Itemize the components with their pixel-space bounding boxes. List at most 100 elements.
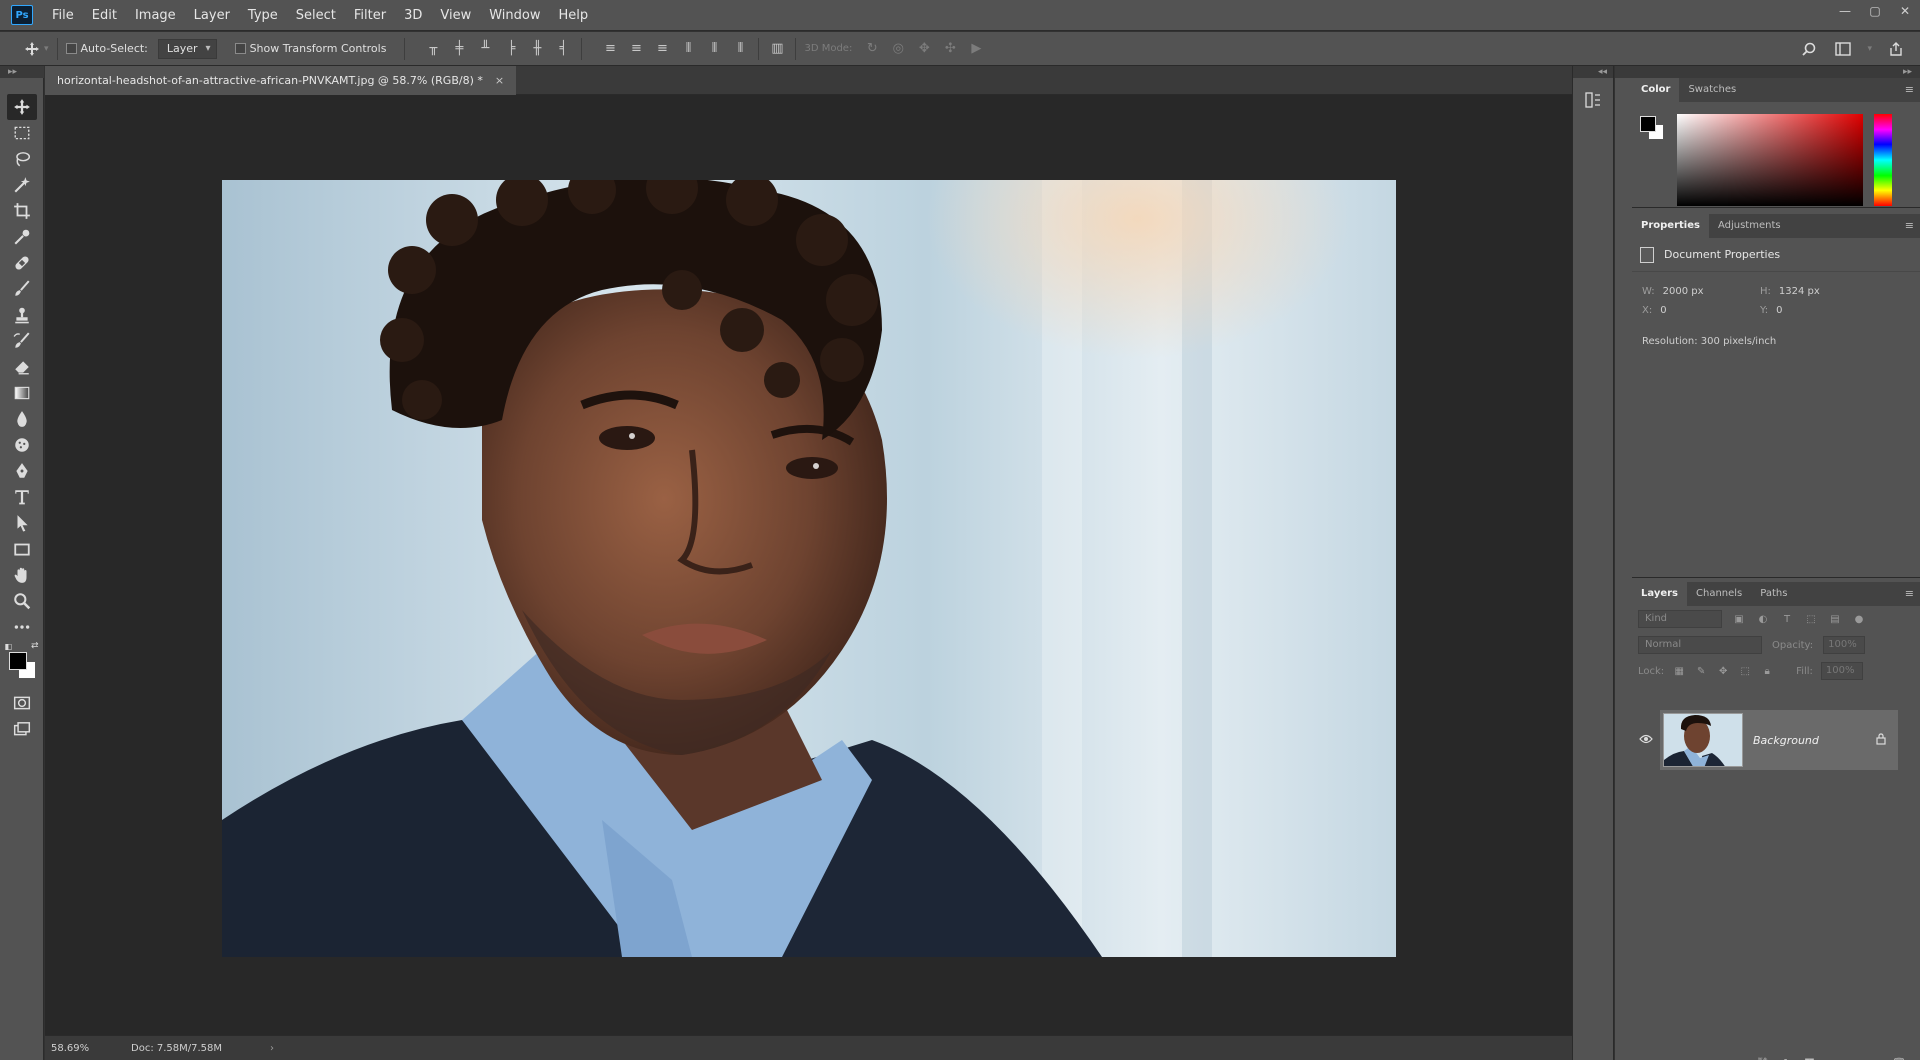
marquee-tool[interactable] [7, 120, 37, 146]
layer-row-background[interactable]: Background [1632, 710, 1920, 770]
scale-3d-icon[interactable]: ▶ [966, 39, 986, 59]
hue-slider[interactable] [1874, 114, 1892, 206]
brush-tool[interactable] [7, 276, 37, 302]
workspace-chevron-down-icon[interactable]: ▾ [1867, 44, 1872, 54]
menu-select[interactable]: Select [287, 0, 345, 31]
align-horizontal-centers-icon[interactable]: ╫ [527, 39, 547, 59]
show-transform-box[interactable] [234, 43, 246, 54]
align-top-edges-icon[interactable]: ╥ [423, 39, 443, 59]
menu-window[interactable]: Window [480, 0, 549, 31]
new-adjustment-layer-icon[interactable]: ◐ [1827, 1057, 1837, 1060]
distribute-hcenter-icon[interactable]: ⦀ [704, 39, 724, 59]
color-panel-menu-icon[interactable]: ≡ [1905, 83, 1914, 96]
visibility-eye-icon[interactable] [1632, 733, 1660, 747]
align-vertical-centers-icon[interactable]: ╪ [449, 39, 469, 59]
orbit-3d-icon[interactable]: ↻ [862, 39, 882, 59]
hand-tool[interactable] [7, 562, 37, 588]
zoom-level[interactable]: 58.69% [45, 1043, 107, 1054]
layer-style-fx-icon[interactable]: fx [1782, 1057, 1792, 1060]
distribute-vcenter-icon[interactable]: ≡ [626, 39, 646, 59]
layer-item[interactable]: Background [1660, 710, 1898, 770]
width-field[interactable]: W: 2000 px [1642, 286, 1760, 297]
magic-wand-tool[interactable] [7, 172, 37, 198]
tab-paths[interactable]: Paths [1751, 582, 1796, 606]
menu-type[interactable]: Type [239, 0, 287, 31]
menu-file[interactable]: File [43, 0, 83, 31]
close-document-icon[interactable]: × [495, 66, 504, 95]
tab-properties[interactable]: Properties [1632, 214, 1709, 238]
quick-mask-button[interactable] [7, 690, 37, 716]
preset-chevron-down-icon[interactable]: ▾ [44, 44, 49, 54]
y-field[interactable]: Y: 0 [1760, 305, 1878, 316]
lock-all-icon[interactable]: 🔒︎ [1760, 664, 1774, 678]
lock-position-icon[interactable]: ✥ [1716, 664, 1730, 678]
eraser-tool[interactable] [7, 354, 37, 380]
dodge-tool[interactable] [7, 432, 37, 458]
tab-adjustments[interactable]: Adjustments [1709, 214, 1790, 238]
delete-layer-trash-icon[interactable]: 🗑︎ [1892, 1057, 1906, 1060]
filter-pixel-icon[interactable]: ▣ [1732, 612, 1746, 626]
fill-field[interactable]: 100% [1820, 662, 1863, 680]
minimize-button[interactable]: — [1830, 0, 1860, 22]
roll-3d-icon[interactable]: ◎ [888, 39, 908, 59]
gradient-tool[interactable] [7, 380, 37, 406]
clone-stamp-tool[interactable] [7, 302, 37, 328]
pen-tool[interactable] [7, 458, 37, 484]
canvas-area[interactable] [45, 95, 1572, 1035]
search-icon[interactable] [1799, 39, 1819, 59]
filter-shape-icon[interactable]: ⬚ [1804, 612, 1818, 626]
height-field[interactable]: H: 1324 px [1760, 286, 1878, 297]
distribute-top-icon[interactable]: ≡ [600, 39, 620, 59]
pan-3d-icon[interactable]: ✥ [914, 39, 934, 59]
new-group-folder-icon[interactable]: ▭ [1848, 1057, 1858, 1060]
crop-tool[interactable] [7, 198, 37, 224]
tab-color[interactable]: Color [1632, 78, 1680, 102]
status-menu-arrow-icon[interactable]: › [270, 1043, 274, 1054]
show-transform-controls-checkbox[interactable]: Show Transform Controls [234, 42, 386, 55]
workspace-switcher-icon[interactable] [1833, 39, 1853, 59]
align-left-edges-icon[interactable]: ╞ [501, 39, 521, 59]
menu-help[interactable]: Help [550, 0, 598, 31]
menu-layer[interactable]: Layer [185, 0, 239, 31]
add-mask-icon[interactable]: ◙ [1804, 1057, 1815, 1060]
toolbar-collapse-strip[interactable]: ▸▸ [0, 66, 44, 78]
opacity-field[interactable]: 100% [1823, 636, 1866, 654]
type-tool[interactable] [7, 484, 37, 510]
edit-toolbar-button[interactable] [7, 614, 37, 640]
menu-view[interactable]: View [431, 0, 480, 31]
auto-select-checkbox[interactable]: Auto-Select: [65, 42, 148, 55]
rectangle-tool[interactable] [7, 536, 37, 562]
filter-smart-object-icon[interactable]: ▤ [1828, 612, 1842, 626]
close-window-button[interactable]: ✕ [1890, 0, 1920, 22]
lock-transparent-icon[interactable]: ▦ [1672, 664, 1686, 678]
blend-mode-dropdown[interactable]: Normal [1638, 636, 1762, 654]
auto-select-target-dropdown[interactable]: Layer [157, 38, 217, 59]
filter-adjustment-icon[interactable]: ◐ [1756, 612, 1770, 626]
document-image[interactable] [222, 180, 1396, 957]
tab-swatches[interactable]: Swatches [1679, 78, 1745, 102]
document-tab[interactable]: horizontal-headshot-of-an-attractive-afr… [45, 66, 517, 95]
distribute-right-icon[interactable]: ⦀ [730, 39, 750, 59]
menu-filter[interactable]: Filter [345, 0, 395, 31]
move-tool[interactable] [6, 94, 37, 120]
history-panel-icon[interactable] [1577, 84, 1609, 116]
filter-kind-dropdown[interactable]: Kind [1638, 610, 1722, 628]
lock-image-icon[interactable]: ✎ [1694, 664, 1708, 678]
layers-panel-menu-icon[interactable]: ≡ [1905, 587, 1914, 600]
color-foreground-swatch[interactable] [1640, 116, 1656, 132]
move-tool-preset-icon[interactable] [22, 39, 42, 59]
auto-select-box[interactable] [65, 43, 77, 54]
auto-align-layers-icon[interactable]: ▥ [767, 39, 787, 59]
color-field[interactable] [1677, 114, 1863, 206]
distribute-bottom-icon[interactable]: ≡ [652, 39, 672, 59]
path-selection-tool[interactable] [7, 510, 37, 536]
menu-edit[interactable]: Edit [83, 0, 126, 31]
link-layers-icon[interactable]: ⛓ [1756, 1057, 1770, 1060]
filter-toggle-icon[interactable]: ● [1852, 612, 1866, 626]
dock-collapse-icon[interactable]: ◂◂ [1573, 66, 1613, 78]
share-icon[interactable] [1886, 39, 1906, 59]
x-field[interactable]: X: 0 [1642, 305, 1760, 316]
align-bottom-edges-icon[interactable]: ╨ [475, 39, 495, 59]
screen-mode-button[interactable] [7, 716, 37, 742]
panels-collapse-icon[interactable]: ▸▸ [1615, 66, 1920, 78]
